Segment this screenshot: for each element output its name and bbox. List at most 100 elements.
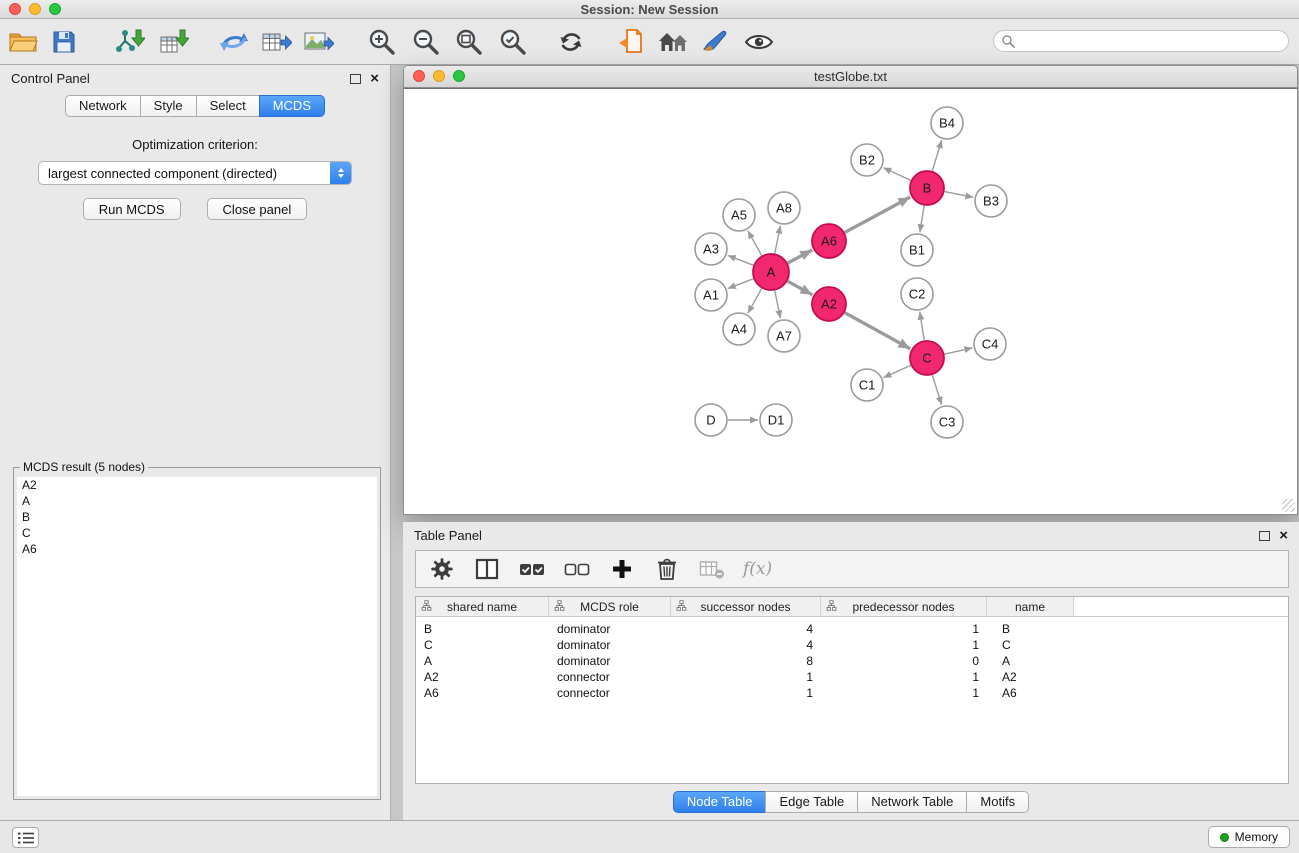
mcds-result-list[interactable]: A2ABCA6	[17, 477, 377, 796]
table-cell[interactable]: connector	[549, 670, 671, 684]
table-row[interactable]: A6connector11A6	[416, 685, 1288, 701]
network-canvas[interactable]: AA1A2A3A4A5A6A7A8BB1B2B3B4CC1C2C3C4DD1	[404, 88, 1297, 514]
edge-C-C3[interactable]	[932, 375, 941, 405]
mcds-result-item[interactable]: A	[17, 493, 377, 509]
resize-grip-icon[interactable]	[1282, 499, 1295, 512]
edge-A-A3[interactable]	[728, 255, 753, 265]
tab-select[interactable]: Select	[196, 95, 260, 117]
table-cell[interactable]: 1	[671, 686, 821, 700]
delete-table-icon[interactable]	[698, 554, 726, 584]
home-icon[interactable]	[657, 23, 689, 61]
table-cell[interactable]: 4	[671, 622, 821, 636]
edge-B-B4[interactable]	[932, 140, 941, 171]
open-session-icon[interactable]	[615, 23, 647, 61]
mcds-result-item[interactable]: C	[17, 525, 377, 541]
close-panel-icon[interactable]: ×	[1279, 530, 1288, 542]
settings-gear-icon[interactable]	[428, 554, 456, 584]
table-cell[interactable]: 1	[821, 638, 987, 652]
tab-network-table[interactable]: Network Table	[857, 791, 967, 813]
column-visibility-icon[interactable]	[473, 554, 501, 584]
edge-A-A5[interactable]	[748, 231, 762, 256]
tab-motifs[interactable]: Motifs	[966, 791, 1029, 813]
export-image-icon[interactable]	[302, 23, 334, 61]
table-row[interactable]: Cdominator41C	[416, 637, 1288, 653]
tab-network[interactable]: Network	[65, 95, 141, 117]
tab-edge-table[interactable]: Edge Table	[765, 791, 858, 813]
table-cell[interactable]: 4	[671, 638, 821, 652]
open-file-icon[interactable]	[7, 23, 39, 61]
node-A7[interactable]: A7	[768, 320, 800, 352]
column-header-name[interactable]: name	[987, 597, 1074, 616]
network-arrows-icon[interactable]	[218, 23, 250, 61]
eye-icon[interactable]	[743, 23, 775, 61]
network-window-titlebar[interactable]: testGlobe.txt	[404, 66, 1297, 88]
table-cell[interactable]: A2	[416, 670, 549, 684]
zoom-out-icon[interactable]	[410, 23, 442, 61]
criterion-select[interactable]: largest connected component (directed)	[38, 161, 352, 185]
edge-A-A2[interactable]	[788, 281, 813, 295]
table-cell[interactable]: dominator	[549, 654, 671, 668]
edge-A-A7[interactable]	[775, 291, 781, 319]
mcds-result-item[interactable]: A2	[17, 477, 377, 493]
search-input[interactable]	[1019, 33, 1288, 50]
add-column-icon[interactable]	[608, 554, 636, 584]
table-cell[interactable]: 1	[821, 670, 987, 684]
table-cell[interactable]: A6	[416, 686, 549, 700]
memory-button[interactable]: Memory	[1208, 826, 1290, 848]
edge-A-A4[interactable]	[748, 289, 762, 314]
node-C4[interactable]: C4	[974, 328, 1006, 360]
node-A5[interactable]: A5	[723, 199, 755, 231]
select-all-icon[interactable]	[518, 554, 546, 584]
table-cell[interactable]: dominator	[549, 638, 671, 652]
node-C2[interactable]: C2	[901, 278, 933, 310]
node-D1[interactable]: D1	[760, 404, 792, 436]
table-cell[interactable]: 1	[671, 670, 821, 684]
show-panel-button[interactable]	[12, 827, 39, 848]
table-cell[interactable]: C	[416, 638, 549, 652]
edge-A-A8[interactable]	[775, 226, 781, 254]
node-B1[interactable]: B1	[901, 234, 933, 266]
node-A4[interactable]: A4	[723, 313, 755, 345]
table-cell[interactable]: B	[416, 622, 549, 636]
node-A3[interactable]: A3	[695, 233, 727, 265]
node-A2[interactable]: A2	[812, 287, 846, 321]
node-C[interactable]: C	[910, 341, 944, 375]
table-cell[interactable]: A	[416, 654, 549, 668]
edge-B-B3[interactable]	[945, 192, 974, 198]
column-header-MCDS-role[interactable]: MCDS role	[549, 597, 671, 616]
node-B4[interactable]: B4	[931, 107, 963, 139]
node-A8[interactable]: A8	[768, 192, 800, 224]
node-B[interactable]: B	[910, 171, 944, 205]
float-panel-icon[interactable]	[1259, 531, 1270, 541]
edge-A2-C[interactable]	[845, 313, 911, 349]
table-cell[interactable]: dominator	[549, 622, 671, 636]
graphics-details-icon[interactable]	[699, 23, 731, 61]
edge-C-C4[interactable]	[945, 348, 973, 354]
table-cell[interactable]: 0	[821, 654, 987, 668]
table-cell[interactable]: C	[987, 638, 1074, 652]
mcds-result-item[interactable]: A6	[17, 541, 377, 557]
edge-A-A1[interactable]	[728, 279, 753, 289]
edge-B-B2[interactable]	[883, 168, 910, 181]
node-C3[interactable]: C3	[931, 406, 963, 438]
save-session-icon[interactable]	[48, 23, 80, 61]
table-cell[interactable]: A6	[987, 686, 1074, 700]
apply-layout-icon[interactable]	[555, 23, 587, 61]
import-table-icon[interactable]	[158, 23, 190, 61]
tab-mcds[interactable]: MCDS	[259, 95, 325, 117]
edge-A6-B[interactable]	[845, 197, 910, 232]
table-row[interactable]: A2connector11A2	[416, 669, 1288, 685]
node-B2[interactable]: B2	[851, 144, 883, 176]
node-A6[interactable]: A6	[812, 224, 846, 258]
export-table-icon[interactable]	[260, 23, 292, 61]
search-box[interactable]	[993, 30, 1289, 52]
table-cell[interactable]: A2	[987, 670, 1074, 684]
table-cell[interactable]: connector	[549, 686, 671, 700]
edge-B-B1[interactable]	[920, 206, 924, 232]
close-panel-button[interactable]: Close panel	[207, 198, 308, 220]
zoom-fit-icon[interactable]	[453, 23, 485, 61]
edge-A-A6[interactable]	[788, 250, 812, 263]
edge-C-C2[interactable]	[920, 312, 924, 340]
column-header-shared-name[interactable]: shared name	[416, 597, 549, 616]
deselect-all-icon[interactable]	[563, 554, 591, 584]
